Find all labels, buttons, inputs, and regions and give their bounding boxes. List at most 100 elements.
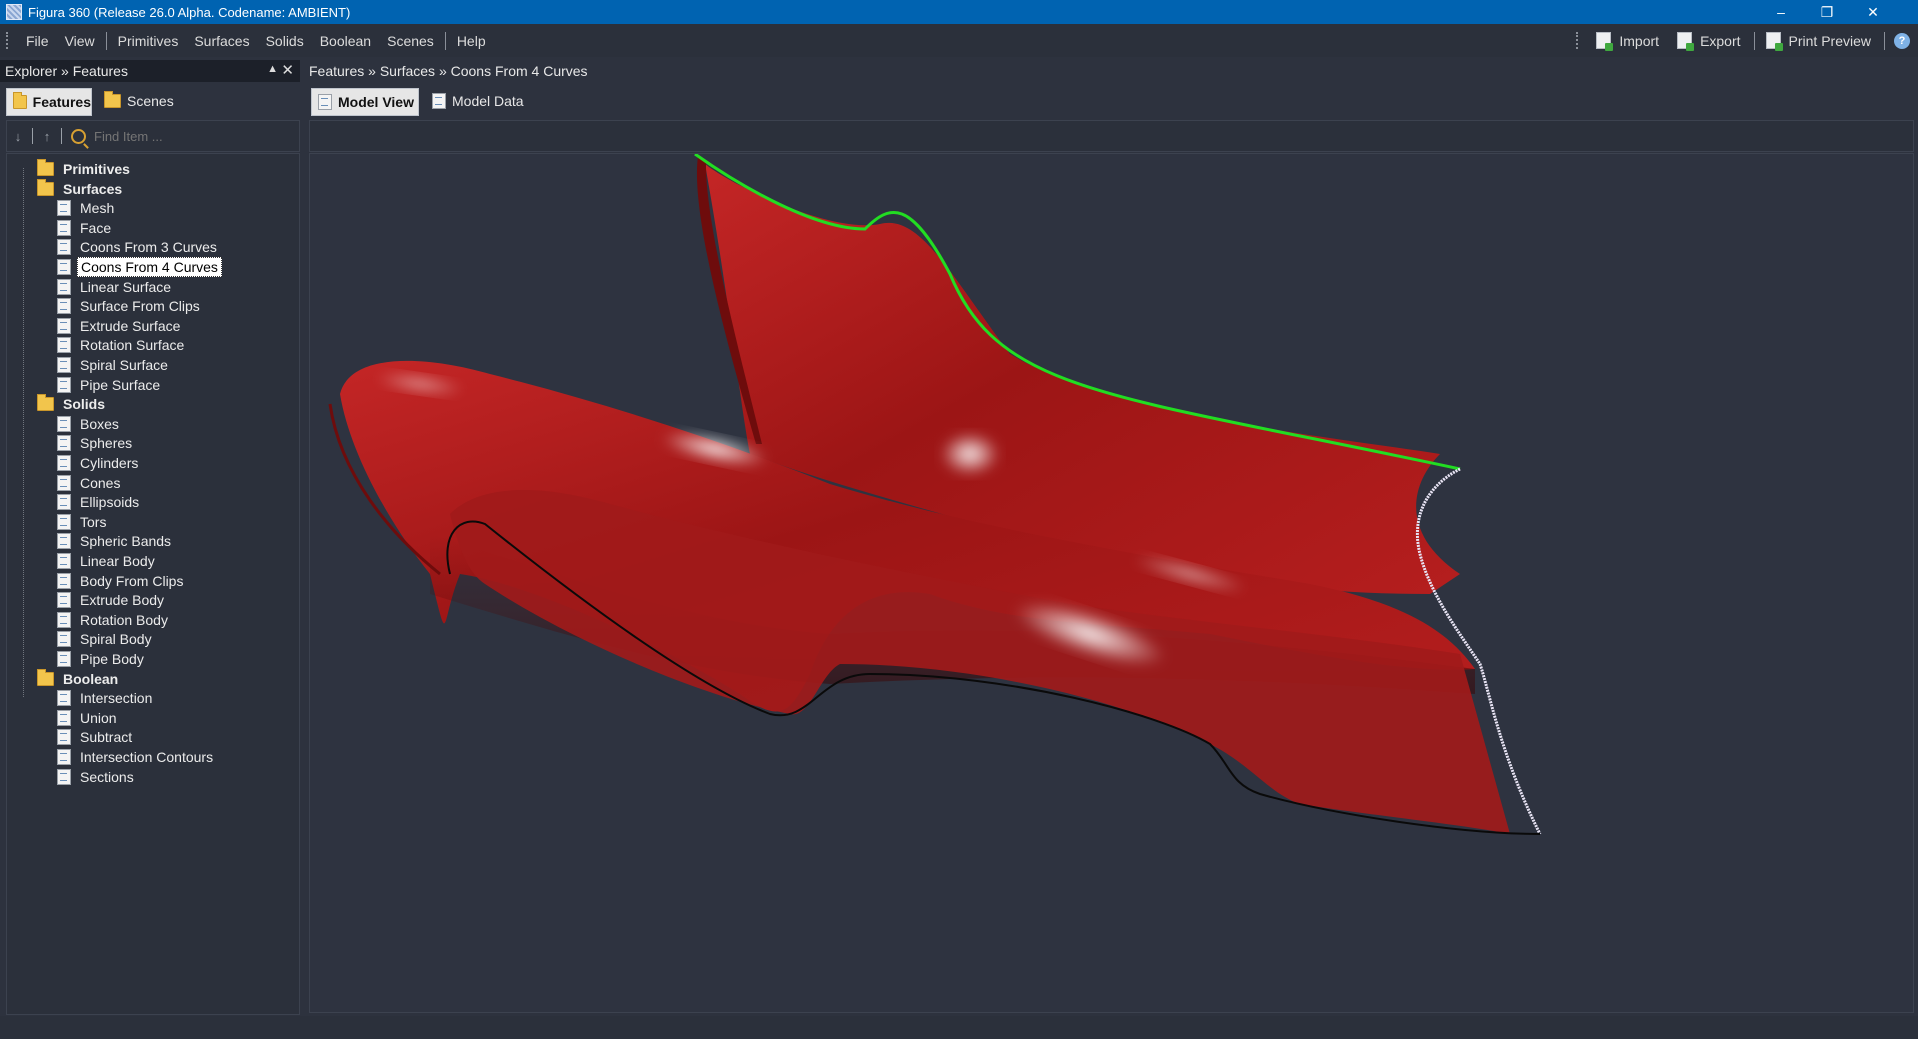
- feature-icon: [57, 690, 71, 707]
- tree-item-label: Extrude Surface: [80, 317, 181, 334]
- model-viewport[interactable]: [309, 153, 1914, 1013]
- toolbar-grip[interactable]: [6, 32, 10, 49]
- find-item-input[interactable]: [92, 127, 276, 145]
- feature-icon: [57, 357, 71, 373]
- feature-icon: [57, 553, 71, 569]
- model-view-icon: [318, 94, 332, 110]
- tree-item-label: Linear Surface: [80, 278, 172, 295]
- tree-item-label: Sections: [80, 768, 134, 785]
- toolbar-separator: [1884, 31, 1885, 50]
- tree-item-label: Body From Clips: [80, 572, 184, 589]
- tree-item-label: Rotation Body: [80, 611, 168, 628]
- model-data-icon: [432, 93, 446, 109]
- tab-model-data[interactable]: Model Data: [426, 88, 526, 114]
- tab-scenes-label: Scenes: [127, 93, 174, 109]
- import-button[interactable]: Import: [1588, 32, 1669, 51]
- help-icon[interactable]: ?: [1894, 32, 1910, 49]
- folder-icon: [13, 92, 27, 109]
- folder-icon: [37, 668, 54, 686]
- menu-separator: [105, 31, 107, 50]
- import-icon: [1596, 32, 1614, 51]
- tree-item-label: Coons From 4 Curves: [77, 257, 222, 277]
- tree-item-label: Spheric Bands: [80, 533, 172, 550]
- app-icon: [6, 4, 22, 20]
- feature-icon: [57, 494, 71, 511]
- tab-model-data-label: Model Data: [452, 93, 524, 109]
- explorer-title: Explorer » Features: [5, 63, 128, 79]
- close-panel-icon[interactable]: ✕: [281, 61, 294, 79]
- menu-primitives[interactable]: Primitives: [110, 33, 187, 49]
- menu-view[interactable]: View: [57, 33, 103, 49]
- feature-icon: [57, 200, 71, 217]
- export-button[interactable]: Export: [1669, 32, 1750, 51]
- restore-button[interactable]: ❐: [1804, 0, 1850, 24]
- feature-icon: [57, 651, 71, 667]
- feature-icon: [57, 317, 71, 334]
- separator: [61, 128, 62, 144]
- menu-separator: [444, 31, 446, 50]
- tree-item-label: Spiral Body: [80, 631, 152, 648]
- folder-icon: [104, 91, 121, 108]
- menu-file[interactable]: File: [18, 33, 57, 49]
- feature-icon: [57, 572, 71, 589]
- import-label: Import: [1619, 32, 1660, 49]
- move-down-icon[interactable]: ↓: [7, 129, 29, 144]
- feature-icon: [57, 239, 71, 256]
- tree-item-label: Ellipsoids: [80, 494, 140, 511]
- toolbar-grip[interactable]: [1576, 32, 1580, 49]
- breadcrumb: Features » Surfaces » Coons From 4 Curve…: [309, 60, 588, 82]
- menu-scenes[interactable]: Scenes: [379, 33, 442, 49]
- search-icon: [71, 128, 86, 144]
- menu-help[interactable]: Help: [449, 33, 494, 49]
- feature-icon: [57, 376, 71, 393]
- tree-item[interactable]: Sections: [51, 766, 137, 788]
- tree-item-label: Linear Body: [80, 553, 155, 569]
- tab-model-view[interactable]: Model View: [311, 88, 419, 116]
- tree-item-label: Coons From 3 Curves: [80, 239, 217, 256]
- minimize-button[interactable]: –: [1758, 0, 1804, 24]
- pin-icon[interactable]: ▲: [267, 63, 278, 75]
- move-up-icon[interactable]: ↑: [36, 129, 58, 144]
- tree-item-label: Boolean: [63, 670, 119, 687]
- print-preview-button[interactable]: Print Preview: [1758, 32, 1881, 51]
- toolbar-separator: [1753, 31, 1755, 50]
- tree-search-bar: ↓ ↑: [6, 120, 300, 152]
- tree-item-label: Subtract: [80, 729, 133, 746]
- breadcrumb-text: Features » Surfaces » Coons From 4 Curve…: [309, 63, 588, 79]
- window-title: Figura 360 (Release 26.0 Alpha. Codename…: [28, 4, 351, 20]
- export-icon: [1677, 32, 1695, 51]
- feature-tree: Primitives Surfaces Mesh Face Coons From 3 C…: [6, 153, 300, 1015]
- tree-item-label: Intersection Contours: [80, 749, 214, 765]
- feature-icon: [57, 631, 71, 648]
- tree-item-label: Face: [80, 219, 112, 236]
- view-toolbar: [309, 120, 1914, 152]
- menu-boolean[interactable]: Boolean: [312, 33, 379, 49]
- menu-surfaces[interactable]: Surfaces: [186, 33, 257, 49]
- export-label: Export: [1700, 32, 1741, 49]
- tree-item-label: Solids: [63, 396, 106, 413]
- feature-icon: [57, 219, 71, 236]
- menu-solids[interactable]: Solids: [258, 33, 312, 49]
- feature-icon: [57, 259, 71, 275]
- tab-features[interactable]: Features: [6, 88, 92, 116]
- tree-item-label: Boxes: [80, 415, 119, 432]
- feature-icon: [57, 278, 71, 295]
- print-preview-icon: [1765, 32, 1783, 51]
- feature-icon: [57, 455, 71, 471]
- separator: [32, 128, 33, 144]
- tree-item-label: Intersection: [80, 690, 153, 707]
- status-bar: [0, 1016, 1918, 1039]
- feature-icon: [57, 474, 71, 491]
- feature-icon: [57, 592, 71, 609]
- tree-item-label: Mesh: [80, 200, 115, 217]
- main-toolbar: Import Export Print Preview ?: [1570, 24, 1918, 57]
- tree-item-label: Pipe Body: [80, 651, 144, 667]
- feature-icon: [57, 749, 71, 765]
- model-canvas[interactable]: [310, 154, 1913, 1012]
- close-window-button[interactable]: ✕: [1850, 0, 1896, 24]
- tree-item-label: Rotation Surface: [80, 337, 185, 354]
- tree-item-label: Tors: [80, 513, 107, 530]
- tree-item-label: Spiral Surface: [80, 357, 168, 373]
- tab-scenes[interactable]: Scenes: [98, 88, 178, 114]
- feature-icon: [57, 435, 71, 452]
